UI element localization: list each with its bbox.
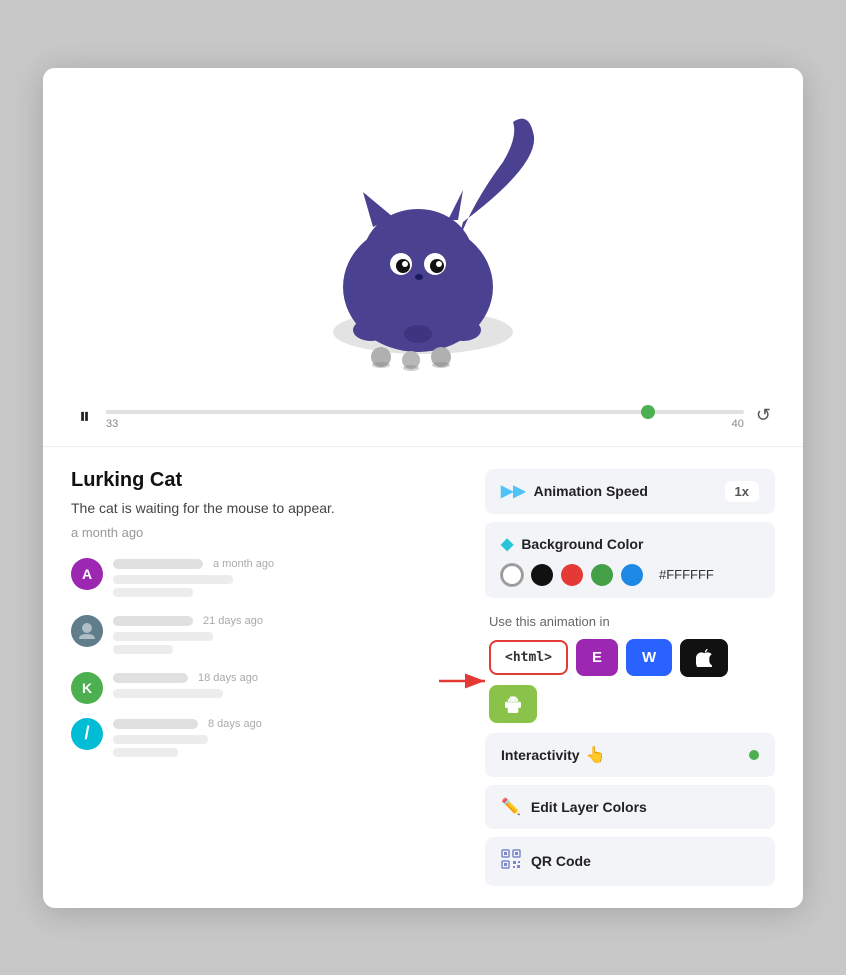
avatar: K: [71, 672, 103, 704]
apple-icon: [696, 649, 712, 667]
background-color-panel: ◆ Background Color #FFFFFF: [485, 522, 775, 598]
comment-content: 8 days ago: [113, 718, 461, 761]
comment-text-bar-2: [113, 645, 173, 654]
comment-date: 21 days ago: [203, 615, 263, 627]
interactivity-icon: 👆: [586, 745, 606, 765]
avatar: [71, 615, 103, 647]
left-column: Lurking Cat The cat is waiting for the m…: [71, 469, 461, 886]
timeline-thumb[interactable]: [641, 405, 655, 419]
hex-value: #FFFFFF: [659, 567, 714, 582]
swatch-blue[interactable]: [621, 564, 643, 586]
android-icon: [505, 695, 521, 713]
avatar: A: [71, 558, 103, 590]
comment-date: 8 days ago: [208, 718, 262, 730]
apple-button[interactable]: [680, 639, 728, 677]
timeline-end: 40: [732, 418, 744, 430]
use-in-label: Use this animation in: [489, 614, 771, 629]
background-color-header: ◆ Background Color: [501, 534, 759, 554]
comment-name-bar: [113, 559, 203, 569]
timeline-start: 33: [106, 418, 118, 430]
comment-date: a month ago: [213, 558, 274, 570]
comment-item: K 18 days ago: [71, 672, 461, 704]
swatch-white[interactable]: [501, 564, 523, 586]
animation-title: Lurking Cat: [71, 469, 461, 492]
edit-layer-label: Edit Layer Colors: [531, 799, 647, 815]
avatar: /: [71, 718, 103, 750]
playback-controls: ⏸ 33 40 ↺: [75, 392, 771, 434]
comment-text-bar-2: [113, 588, 193, 597]
comment-text-bar-2: [113, 748, 178, 757]
interactivity-status-dot: [749, 750, 759, 760]
animation-speed-label: ▶▶ Animation Speed: [501, 481, 648, 501]
replay-button[interactable]: ↺: [756, 405, 771, 426]
comment-item: 21 days ago: [71, 615, 461, 658]
swatch-green[interactable]: [591, 564, 613, 586]
comment-name-bar: [113, 616, 193, 626]
comment-item: / 8 days ago: [71, 718, 461, 761]
content-area: Lurking Cat The cat is waiting for the m…: [43, 447, 803, 908]
comment-meta: a month ago: [113, 558, 461, 570]
comment-content: a month ago: [113, 558, 461, 601]
pause-button[interactable]: ⏸: [75, 403, 94, 429]
comment-date: 18 days ago: [198, 672, 258, 684]
comment-name-bar: [113, 673, 188, 683]
main-card: ⏸ 33 40 ↺ Lurking Cat The cat is waiting…: [43, 68, 803, 908]
bg-color-icon: ◆: [501, 534, 513, 554]
cat-animation: [263, 92, 583, 392]
comment-content: 18 days ago: [113, 672, 461, 702]
color-swatches: #FFFFFF: [501, 564, 759, 586]
timeline[interactable]: 33 40: [106, 402, 744, 430]
animation-speed-panel[interactable]: ▶▶ Animation Speed 1x: [485, 469, 775, 514]
swatch-black[interactable]: [531, 564, 553, 586]
edit-layer-colors-panel[interactable]: ✏️ Edit Layer Colors: [485, 785, 775, 829]
comment-text-bar: [113, 689, 223, 698]
comment-meta: 21 days ago: [113, 615, 461, 627]
timeline-labels: 33 40: [106, 418, 744, 430]
html-button[interactable]: <html>: [489, 640, 568, 675]
comments-list: A a month ago: [71, 558, 461, 761]
elementor-button[interactable]: E: [576, 639, 618, 676]
comment-content: 21 days ago: [113, 615, 461, 658]
speed-icon: ▶▶: [501, 481, 526, 501]
swatch-red[interactable]: [561, 564, 583, 586]
qr-code-panel[interactable]: QR Code: [485, 837, 775, 886]
qr-icon-svg: [501, 849, 521, 869]
preview-area: ⏸ 33 40 ↺: [43, 68, 803, 447]
comment-name-bar: [113, 719, 198, 729]
animation-date: a month ago: [71, 525, 461, 540]
comment-item: A a month ago: [71, 558, 461, 601]
comment-text-bar: [113, 632, 213, 641]
animation-description: The cat is waiting for the mouse to appe…: [71, 498, 461, 519]
comment-text-bar: [113, 735, 208, 744]
timeline-track[interactable]: [106, 410, 744, 414]
comment-text-bar: [113, 575, 233, 584]
comment-meta: 8 days ago: [113, 718, 461, 730]
interactivity-panel[interactable]: Interactivity 👆: [485, 733, 775, 777]
timeline-progress: [106, 410, 648, 414]
edit-layer-icon: ✏️: [501, 797, 521, 817]
integration-buttons: <html> E W: [489, 639, 771, 723]
interactivity-label: Interactivity 👆: [501, 745, 606, 765]
webflow-button[interactable]: W: [626, 639, 672, 676]
qr-icon: [501, 849, 521, 874]
qr-label: QR Code: [531, 853, 591, 869]
android-button[interactable]: [489, 685, 537, 723]
right-column: ▶▶ Animation Speed 1x ◆ Background Color: [485, 469, 775, 886]
speed-badge[interactable]: 1x: [725, 481, 759, 502]
arrow-indicator: [439, 666, 494, 696]
comment-meta: 18 days ago: [113, 672, 461, 684]
use-in-section: Use this animation in <html>: [485, 606, 775, 725]
